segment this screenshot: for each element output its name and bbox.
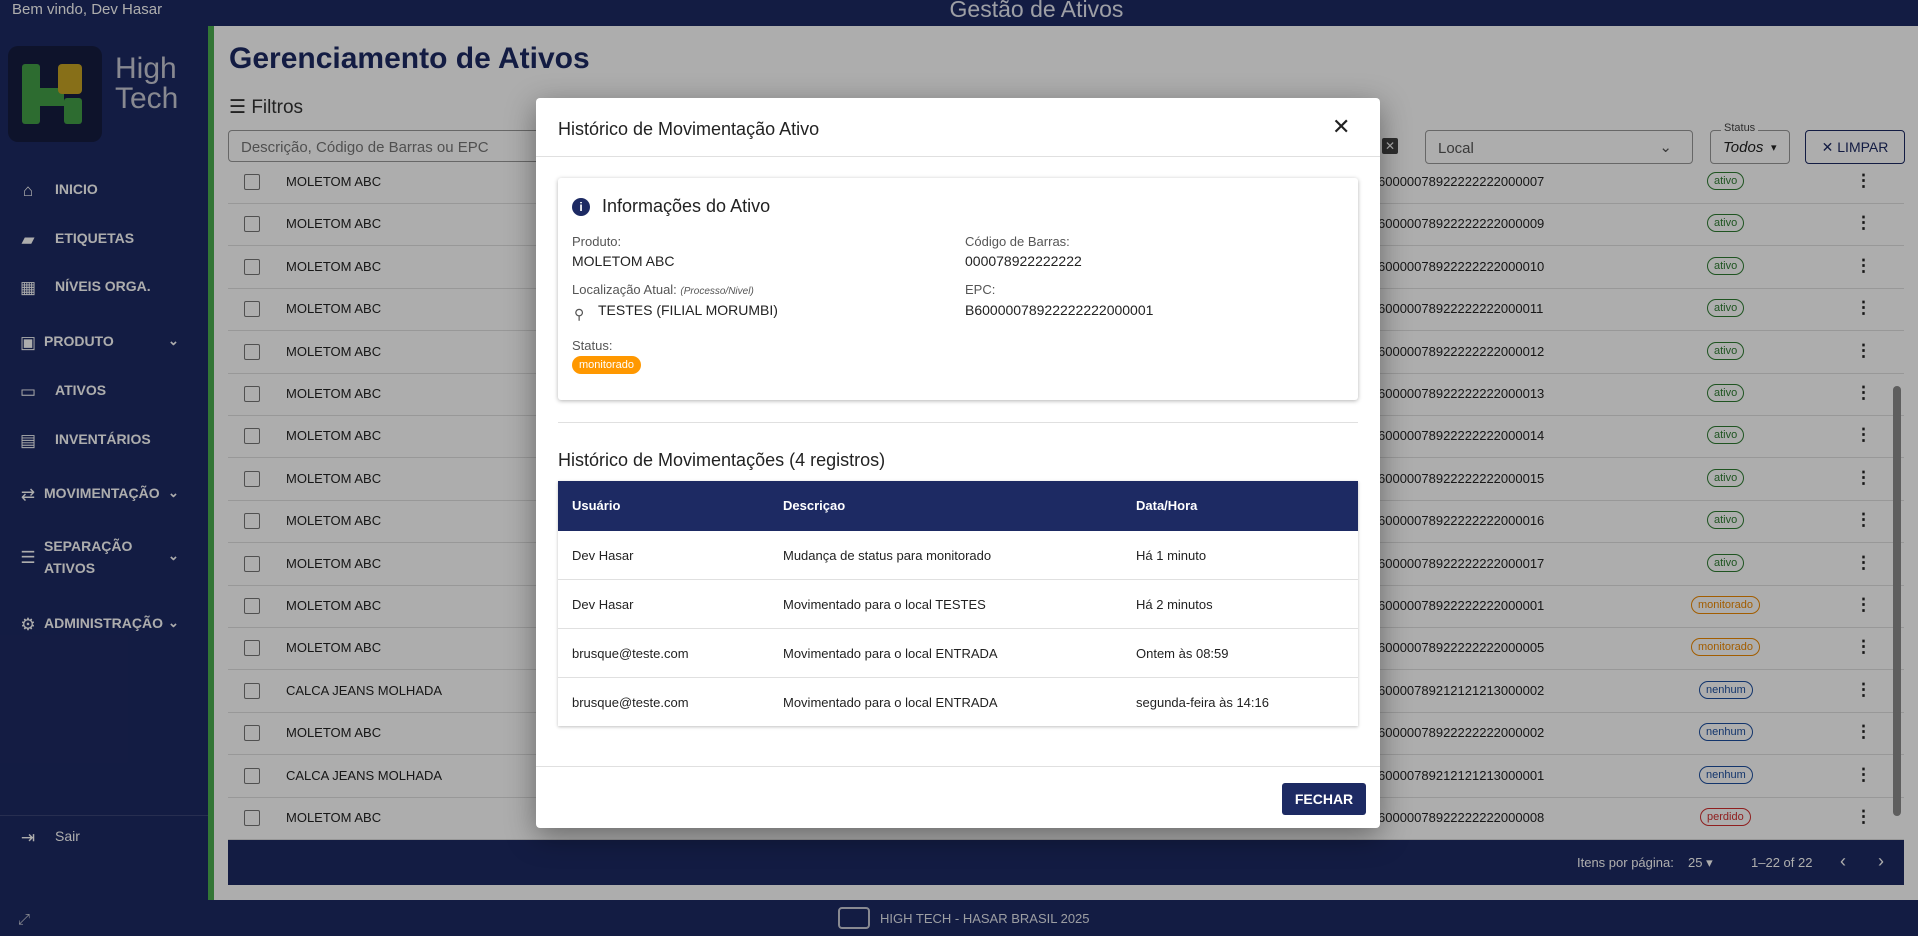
- location-value: TESTES (FILIAL MORUMBI): [598, 302, 778, 318]
- table-row: Dev Hasar Movimentado para o local TESTE…: [558, 580, 1358, 629]
- table-header: Usuário Descriçao Data/Hora: [558, 481, 1358, 531]
- epc-value: B60000078922222222000001: [965, 302, 1154, 318]
- table-row: Dev Hasar Mudança de status para monitor…: [558, 531, 1358, 580]
- close-icon[interactable]: ✕: [1332, 114, 1350, 140]
- divider: [536, 156, 1380, 157]
- dialog-title: Histórico de Movimentação Ativo: [558, 119, 820, 139]
- table-row: brusque@teste.com Movimentado para o loc…: [558, 629, 1358, 678]
- product-value: MOLETOM ABC: [572, 253, 675, 269]
- location-pin-icon: ⚲: [574, 306, 585, 322]
- info-title: Informações do Ativo: [602, 196, 771, 216]
- barcode-label: Código de Barras:: [965, 234, 1070, 249]
- asset-info-card: i Informações do Ativo Produto: MOLETOM …: [558, 178, 1358, 400]
- column-header-description: Descriçao: [783, 498, 846, 513]
- info-icon: i: [572, 198, 590, 216]
- product-label: Produto:: [572, 234, 622, 249]
- column-header-datetime: Data/Hora: [1136, 498, 1198, 513]
- epc-label: EPC:: [965, 282, 996, 297]
- table-row: brusque@teste.com Movimentado para o loc…: [558, 678, 1358, 726]
- barcode-value: 000078922222222: [965, 253, 1082, 269]
- status-label: Status:: [572, 338, 613, 353]
- status-badge: monitorado: [572, 356, 642, 374]
- location-label: Localização Atual: (Processo/Nivel): [572, 282, 754, 297]
- history-dialog: Histórico de Movimentação Ativo ✕ i Info…: [536, 98, 1380, 828]
- history-title: Histórico de Movimentações (4 registros): [558, 450, 886, 470]
- close-button[interactable]: FECHAR: [1282, 783, 1366, 815]
- divider: [536, 766, 1380, 767]
- divider: [558, 422, 1358, 423]
- history-table: Usuário Descriçao Data/Hora Dev Hasar Mu…: [558, 481, 1358, 726]
- column-header-user: Usuário: [572, 498, 621, 513]
